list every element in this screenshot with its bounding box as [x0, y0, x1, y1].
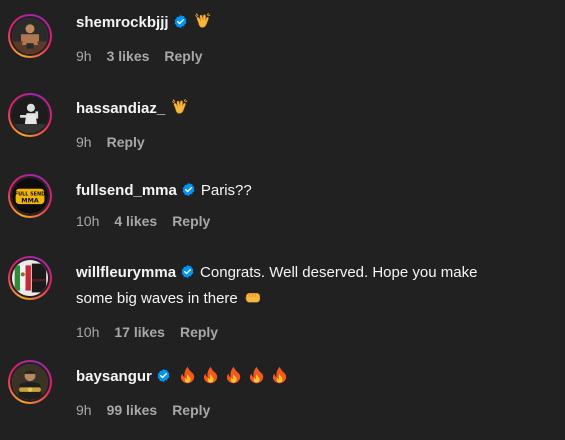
reply-button[interactable]: Reply [164, 48, 202, 64]
fire-emoji-icon [179, 366, 196, 393]
avatar-image [12, 18, 48, 54]
reply-button[interactable]: Reply [180, 324, 218, 340]
likes-count[interactable]: 17 likes [114, 324, 165, 340]
comment-time: 9h [76, 134, 92, 150]
avatar-image: FULL SEND MMA [12, 178, 48, 214]
comment-time: 10h [76, 324, 100, 340]
avatar[interactable]: FULL SEND MMA [8, 174, 52, 218]
username[interactable]: willfleurymma [76, 264, 176, 281]
fire-emoji-icon [248, 366, 265, 393]
username[interactable]: baysangur [76, 368, 152, 385]
reply-button[interactable]: Reply [172, 213, 210, 229]
fire-emoji-icon [202, 366, 219, 393]
username[interactable]: fullsend_mma [76, 182, 177, 199]
likes-count[interactable]: 3 likes [107, 48, 150, 64]
avatar[interactable]: FLEURY [8, 256, 52, 300]
likes-count[interactable]: 99 likes [107, 402, 158, 418]
clap-emoji-icon [194, 12, 212, 39]
comment-time: 9h [76, 402, 92, 418]
fire-emoji-icon [225, 366, 242, 393]
comment-text: Paris?? [200, 182, 252, 199]
avatar[interactable] [8, 14, 52, 58]
reply-button[interactable]: Reply [172, 402, 210, 418]
svg-text:MMA: MMA [21, 197, 39, 204]
username[interactable]: shemrockbjjj [76, 14, 169, 31]
reply-button[interactable]: Reply [107, 134, 145, 150]
verified-badge-icon [157, 368, 170, 383]
avatar-image [12, 364, 48, 400]
fist-emoji-icon [244, 288, 262, 315]
likes-count[interactable]: 4 likes [114, 213, 157, 229]
svg-text:FLEURY: FLEURY [32, 279, 46, 283]
verified-badge-icon [182, 182, 195, 197]
username[interactable]: hassandiaz_ [76, 100, 165, 117]
fire-emoji-icon [271, 366, 288, 393]
clap-emoji-icon [171, 98, 189, 125]
avatar[interactable] [8, 360, 52, 404]
verified-badge-icon [174, 14, 186, 29]
comment-text: Congrats. Well deserved. Hope you make [200, 264, 478, 281]
avatar[interactable] [8, 93, 52, 137]
avatar-image: FLEURY [12, 260, 48, 296]
verified-badge-icon [181, 264, 194, 279]
comment-time: 10h [76, 213, 100, 229]
comment-time: 9h [76, 48, 92, 64]
comment-text-continued: some big waves in there [76, 290, 238, 307]
avatar-image [12, 97, 48, 133]
